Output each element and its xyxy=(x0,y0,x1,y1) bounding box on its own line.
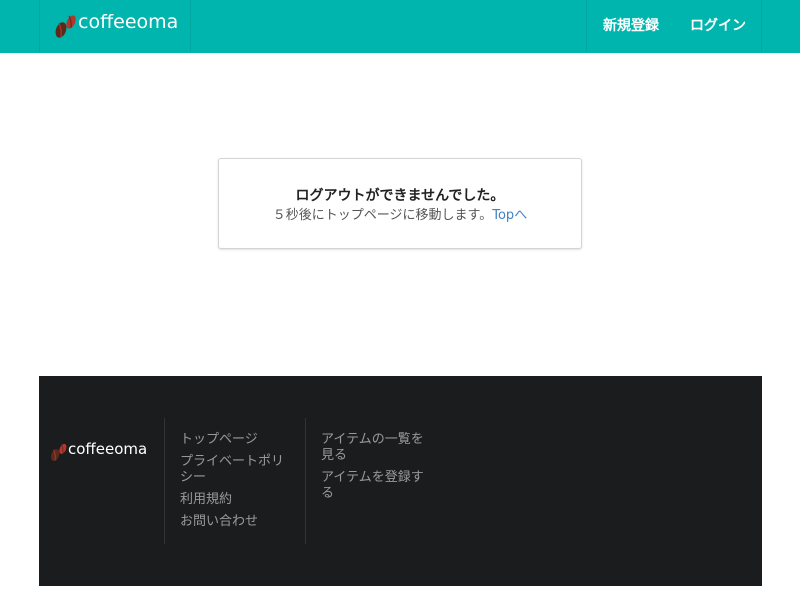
footer-links-items: アイテムの一覧を見る アイテムを登録する xyxy=(305,418,436,544)
footer-link-item-list[interactable]: アイテムの一覧を見る xyxy=(321,432,433,464)
top-link[interactable]: Topへ xyxy=(492,208,527,223)
signup-button[interactable]: 新規登録 xyxy=(586,0,675,52)
message-subtitle: ５秒後にトップページに移動します。Topへ xyxy=(219,204,581,223)
login-button[interactable]: ログイン xyxy=(675,0,762,52)
site-footer: coffeeoma トップページ プライベートポリシー 利用規約 お問い合わせ … xyxy=(39,376,762,586)
logout-error-message: ログアウトができませんでした。 ５秒後にトップページに移動します。Topへ xyxy=(218,158,582,249)
site-logo[interactable]: coffeeoma xyxy=(39,0,191,52)
footer-link-privacy-policy[interactable]: プライベートポリシー xyxy=(180,454,292,486)
footer-logo-text: coffeeoma xyxy=(68,440,148,458)
footer-links-general: トップページ プライベートポリシー 利用規約 お問い合わせ xyxy=(164,418,305,544)
footer-link-terms[interactable]: 利用規約 xyxy=(180,492,292,508)
logo-text: coffeeoma xyxy=(78,11,179,33)
message-title: ログアウトができませんでした。 xyxy=(295,188,505,204)
coffee-beans-icon xyxy=(50,443,67,462)
top-navbar: coffeeoma 新規登録 ログイン xyxy=(0,0,800,53)
redirect-notice: ５秒後にトップページに移動します。 xyxy=(272,208,493,223)
coffee-beans-icon xyxy=(55,15,76,38)
footer-link-top-page[interactable]: トップページ xyxy=(180,432,292,448)
footer-link-contact[interactable]: お問い合わせ xyxy=(180,514,292,530)
footer-logo[interactable]: coffeeoma xyxy=(49,439,159,463)
footer-link-item-register[interactable]: アイテムを登録する xyxy=(321,470,433,502)
